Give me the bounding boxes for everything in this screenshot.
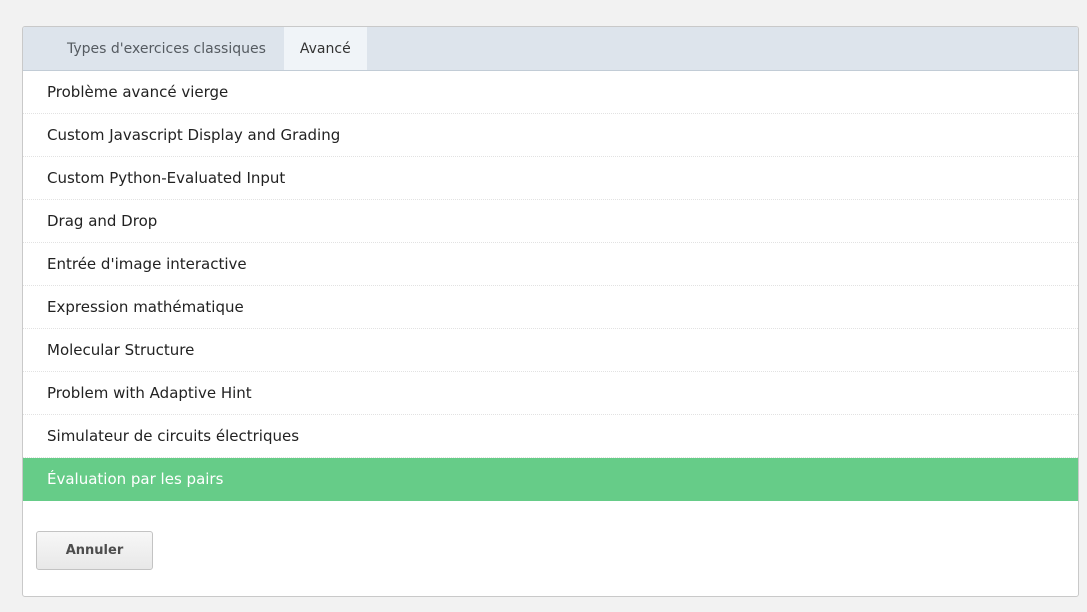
tab-classic-exercise-types[interactable]: Types d'exercices classiques (49, 27, 284, 70)
list-item-custom-python[interactable]: Custom Python-Evaluated Input (23, 157, 1078, 200)
tab-advanced[interactable]: Avancé (283, 27, 367, 70)
tab-bar: Types d'exercices classiques Avancé (23, 27, 1078, 71)
list-item-custom-javascript[interactable]: Custom Javascript Display and Grading (23, 114, 1078, 157)
list-item-circuit-simulator[interactable]: Simulateur de circuits électriques (23, 415, 1078, 458)
list-item-image-input[interactable]: Entrée d'image interactive (23, 243, 1078, 286)
list-item-peer-assessment[interactable]: Évaluation par les pairs (23, 458, 1078, 501)
list-item-molecular-structure[interactable]: Molecular Structure (23, 329, 1078, 372)
cancel-button[interactable]: Annuler (36, 531, 153, 570)
component-picker-panel: Types d'exercices classiques Avancé Prob… (22, 26, 1079, 597)
list-item-drag-and-drop[interactable]: Drag and Drop (23, 200, 1078, 243)
list-item-adaptive-hint[interactable]: Problem with Adaptive Hint (23, 372, 1078, 415)
list-item-blank-advanced-problem[interactable]: Problème avancé vierge (23, 71, 1078, 114)
list-item-math-expression[interactable]: Expression mathématique (23, 286, 1078, 329)
template-list: Problème avancé vierge Custom Javascript… (23, 71, 1078, 501)
